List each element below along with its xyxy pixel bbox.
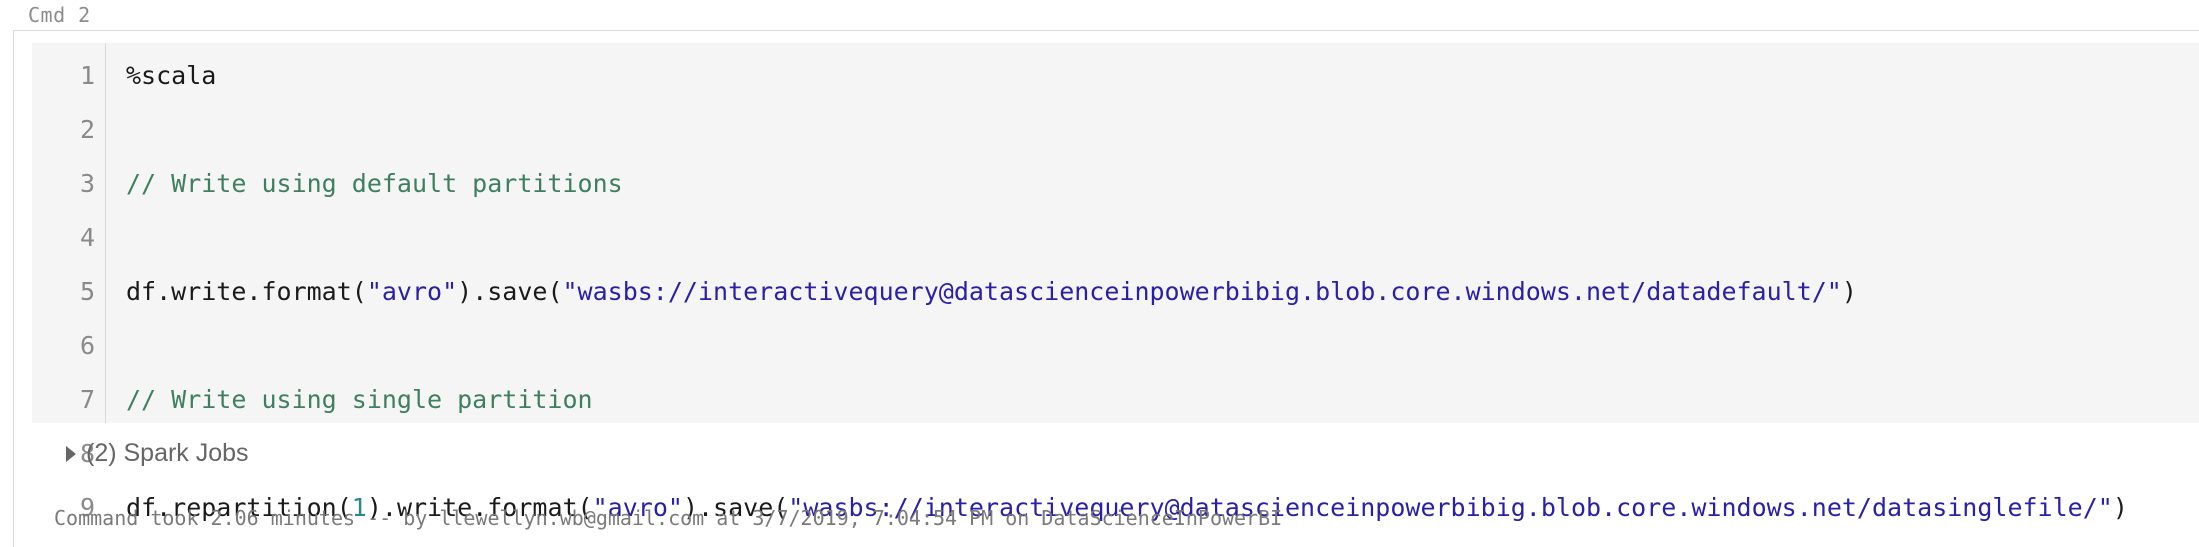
line-number: 2 <box>79 115 95 144</box>
code-editor[interactable]: 123456789 %scala// Write using default p… <box>32 43 2199 522</box>
line-number: 4 <box>79 223 95 252</box>
code-token: df.write.format( <box>126 277 367 306</box>
code-token: ) <box>2112 493 2128 522</box>
code-line[interactable]: // Write using default partitions <box>126 165 623 203</box>
code-token: "avro" <box>366 277 458 306</box>
command-status-text: Command took 2.06 minutes -- by llewelly… <box>54 506 1283 530</box>
triangle-right-icon[interactable] <box>66 445 76 462</box>
line-number: 1 <box>79 61 95 90</box>
code-token: ).save( <box>457 277 563 306</box>
code-line[interactable]: // Write using single partition <box>126 381 593 419</box>
code-token: "wasbs://interactivequery@datascienceinp… <box>562 277 1842 306</box>
spark-jobs-toggle[interactable]: (2) Spark Jobs <box>66 439 249 468</box>
code-token: %scala <box>126 61 217 90</box>
code-line[interactable]: %scala <box>126 57 216 95</box>
line-number-gutter: 123456789 <box>32 43 106 522</box>
code-token: // Write using single partition <box>126 385 593 414</box>
line-number: 6 <box>79 331 95 360</box>
line-number: 5 <box>79 277 95 306</box>
code-line[interactable]: df.write.format("avro").save("wasbs://in… <box>126 273 1857 311</box>
code-token: ) <box>1841 277 1857 306</box>
code-token: // Write using default partitions <box>126 169 623 198</box>
spark-jobs-label[interactable]: (2) Spark Jobs <box>86 439 249 468</box>
line-number: 7 <box>79 385 95 414</box>
cell-command-label: Cmd 2 <box>28 3 91 27</box>
line-number: 3 <box>79 169 95 198</box>
notebook-cell[interactable]: 123456789 %scala// Write using default p… <box>13 30 2199 547</box>
